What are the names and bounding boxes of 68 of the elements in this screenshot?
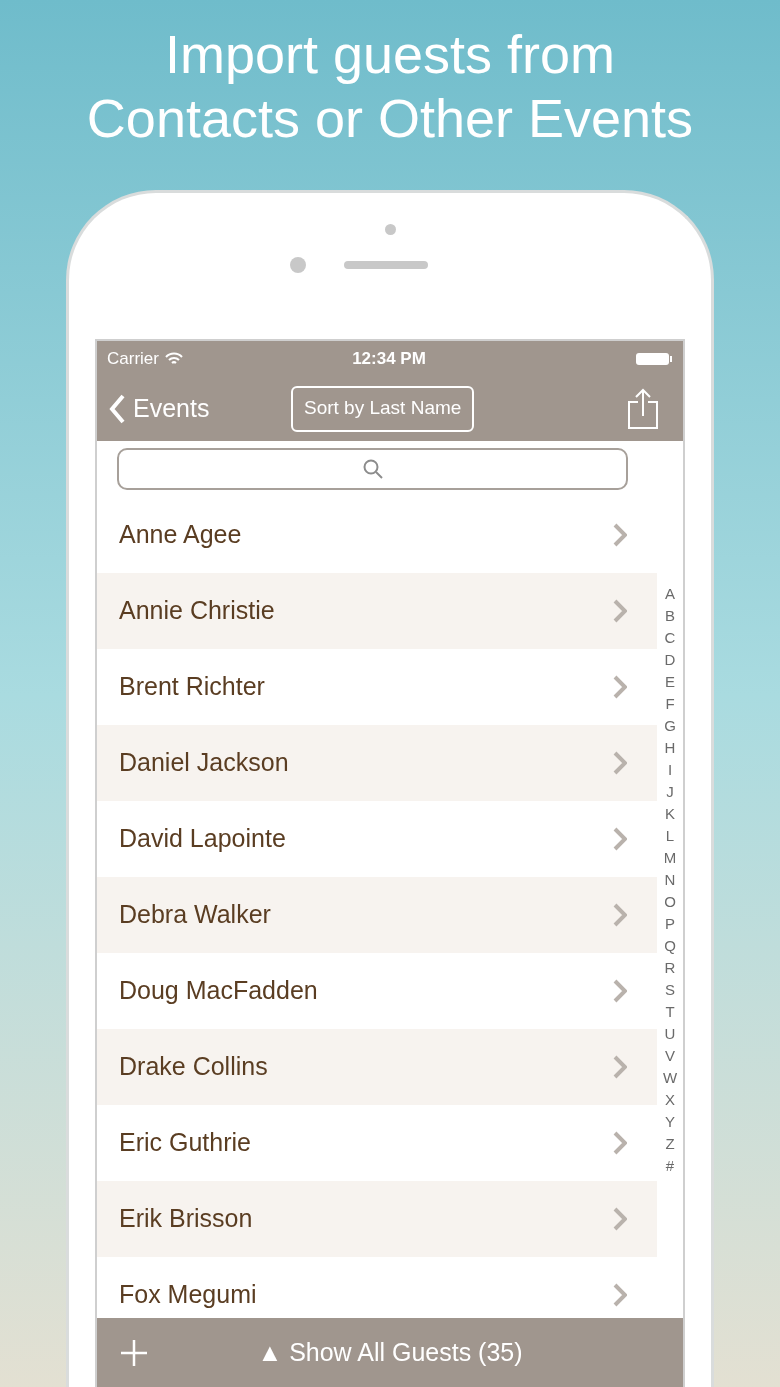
guest-row[interactable]: Debra Walker <box>97 877 657 953</box>
headline-line: Import guests from <box>164 23 616 86</box>
index-letter[interactable]: M <box>663 847 677 869</box>
chevron-icon <box>613 903 627 927</box>
guest-name: David Lapointe <box>119 823 287 855</box>
index-letter[interactable]: Z <box>665 1133 675 1155</box>
chevron-icon <box>613 979 627 1003</box>
guest-name: Drake Collins <box>119 1051 269 1083</box>
guest-name: Daniel Jackson <box>119 747 290 779</box>
chevron-icon <box>613 751 627 775</box>
index-letter[interactable]: L <box>665 825 675 847</box>
index-letter[interactable]: H <box>664 737 676 759</box>
index-letter[interactable]: V <box>665 1045 675 1067</box>
headline-line: Contacts or Other Events <box>86 87 694 150</box>
guest-name: Brent Richter <box>119 671 266 703</box>
index-letter[interactable]: U <box>664 1023 676 1045</box>
index-letter[interactable]: A <box>665 583 675 605</box>
guest-name: Erik Brisson <box>119 1203 254 1235</box>
index-letter[interactable]: D <box>664 649 676 671</box>
status-time: 12:34 PM <box>351 347 427 370</box>
sort-button[interactable]: Sort by Last Name <box>291 385 475 432</box>
chevron-icon <box>613 675 627 699</box>
guest-name: Eric Guthrie <box>119 1127 252 1159</box>
add-icon[interactable] <box>119 1337 149 1368</box>
guest-row[interactable]: Erik Brisson <box>97 1181 657 1257</box>
guest-row[interactable]: Annie Christie <box>97 573 657 649</box>
chevron-icon <box>613 1055 627 1079</box>
index-letter[interactable]: R <box>664 957 676 979</box>
chevron-icon <box>613 523 627 547</box>
index-letter[interactable]: Q <box>664 935 676 957</box>
index-letter[interactable]: K <box>665 803 675 825</box>
guest-row[interactable]: Daniel Jackson <box>97 725 657 801</box>
back-chevron-icon <box>109 393 125 424</box>
back-button[interactable]: Events <box>109 389 289 428</box>
chevron-icon <box>613 827 627 851</box>
share-icon[interactable] <box>627 387 659 430</box>
chevron-icon <box>613 1207 627 1231</box>
index-letter[interactable]: G <box>664 715 676 737</box>
carrier-label: Carrier <box>107 347 159 370</box>
index-letter[interactable]: B <box>665 605 675 627</box>
guest-name: Fox Megumi <box>119 1279 258 1311</box>
chevron-icon <box>613 599 627 623</box>
chevron-icon <box>613 1131 627 1155</box>
index-letter[interactable]: O <box>664 891 676 913</box>
search-icon <box>361 458 384 480</box>
guest-name: Annie Christie <box>119 595 276 627</box>
search-field[interactable] <box>117 448 628 490</box>
index-letter[interactable]: I <box>667 759 673 781</box>
index-letter[interactable]: J <box>666 781 674 803</box>
index-letter[interactable]: T <box>665 1001 675 1023</box>
speaker-icon <box>344 261 428 269</box>
guest-name: Debra Walker <box>119 899 272 931</box>
guest-name: Doug MacFadden <box>119 975 319 1007</box>
index-letter[interactable]: P <box>665 913 675 935</box>
index-letter[interactable]: S <box>665 979 675 1001</box>
index-letter[interactable]: W <box>662 1067 678 1089</box>
index-letter[interactable]: E <box>665 671 675 693</box>
index-letter[interactable]: F <box>665 693 675 715</box>
wifi-icon <box>164 351 183 366</box>
chevron-icon <box>613 1283 627 1307</box>
index-letter[interactable]: C <box>664 627 676 649</box>
index-letter[interactable]: # <box>665 1155 675 1177</box>
guest-name: Anne Agee <box>119 519 243 551</box>
index-letter[interactable]: N <box>664 869 676 891</box>
index-letter[interactable]: X <box>665 1089 675 1111</box>
battery-icon <box>635 351 673 366</box>
guest-row[interactable]: Drake Collins <box>97 1029 657 1105</box>
index-letter[interactable]: Y <box>665 1111 675 1133</box>
